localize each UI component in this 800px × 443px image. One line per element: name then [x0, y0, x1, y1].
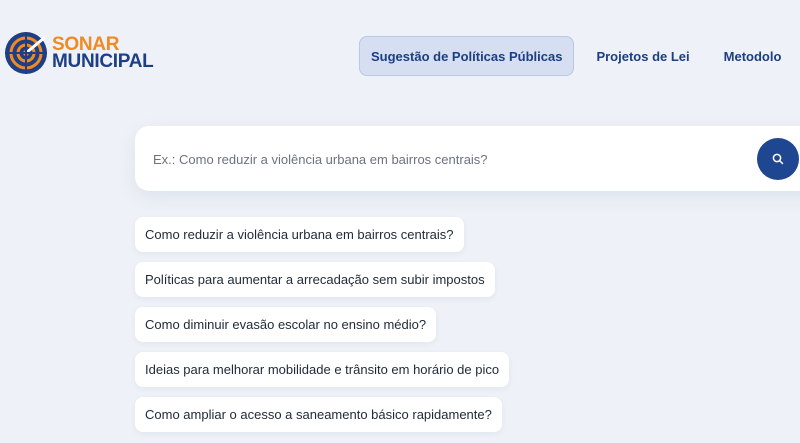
search-input[interactable]: [151, 146, 715, 172]
suggestion-chip[interactable]: Como reduzir a violência urbana em bairr…: [135, 217, 464, 252]
nav-item-metodologia[interactable]: Metodolo: [712, 49, 794, 64]
suggestion-list: Como reduzir a violência urbana em bairr…: [135, 217, 510, 442]
suggestion-chip[interactable]: Como diminuir evasão escolar no ensino m…: [135, 307, 437, 342]
brand-logo[interactable]: SONAR MUNICIPAL: [3, 30, 154, 76]
suggestion-chip[interactable]: Ideias para melhorar mobilidade e trânsi…: [135, 352, 510, 387]
suggestion-chip[interactable]: Políticas para aumentar a arrecadação se…: [135, 262, 495, 297]
brand-line2: MUNICIPAL: [52, 51, 154, 72]
search-button[interactable]: [757, 138, 799, 180]
radar-icon: [5, 32, 47, 74]
search-bar: [135, 126, 800, 191]
suggestion-chip[interactable]: Como ampliar o acesso a saneamento básic…: [135, 397, 502, 432]
search-icon: [772, 153, 784, 165]
top-nav: Sugestão de Políticas Públicas Projetos …: [359, 36, 793, 76]
nav-item-projetos[interactable]: Projetos de Lei: [584, 49, 701, 64]
nav-item-sugestao[interactable]: Sugestão de Políticas Públicas: [359, 36, 575, 76]
